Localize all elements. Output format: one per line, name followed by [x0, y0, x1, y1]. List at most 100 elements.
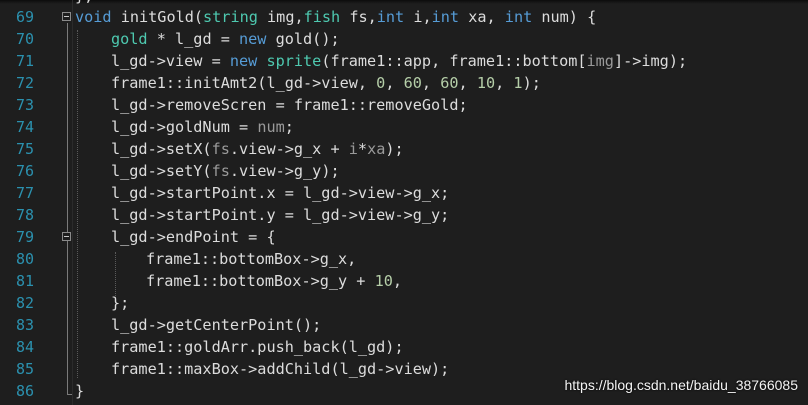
code-token-identifier: l_gd->setY( — [111, 162, 212, 180]
line-number: 77 — [15, 184, 34, 202]
line-number: 79 — [15, 228, 34, 246]
code-line[interactable]: 72 frame1::initAmt2(l_gd->view, 0, 60, 60… — [0, 72, 808, 94]
code-token-identifier: frame1::bottomBox->g_x, — [146, 250, 357, 268]
code-token-identifier: l_gd->setX( — [111, 140, 212, 158]
code-token-identifier: , — [385, 74, 404, 92]
code-token-keyword: void — [75, 8, 112, 26]
code-token-identifier: gold(); — [266, 30, 340, 48]
line-number: 86 — [15, 382, 34, 400]
code-token-keyword: new — [239, 30, 267, 48]
code-token-identifier: initGold( — [111, 8, 204, 26]
code-line[interactable]: 73 l_gd->removeScren = frame1::removeGold… — [0, 94, 808, 116]
code-line[interactable]: 80 frame1::bottomBox->g_x, — [0, 248, 808, 270]
code-token-parameter: i — [348, 140, 358, 158]
line-number: 73 — [15, 96, 34, 114]
code-line[interactable]: 82}; — [0, 292, 808, 314]
code-token-identifier: .view->g_y); — [229, 162, 340, 180]
code-token-identifier: l_gd->startPoint.y = l_gd->view->g_y; — [111, 206, 450, 224]
line-number: 70 — [15, 30, 34, 48]
code-text: l_gd->startPoint.y = l_gd->view->g_y; — [111, 204, 449, 226]
code-line[interactable]: 74 l_gd->goldNum = num; — [0, 116, 808, 138]
code-token-identifier: frame1::goldArr.push_back(l_gd); — [111, 338, 404, 356]
code-token-identifier: * — [357, 140, 368, 158]
collapse-toggle-icon[interactable] — [62, 12, 71, 21]
code-token-identifier: l_gd->startPoint.x = l_gd->view->g_x; — [111, 184, 450, 202]
code-text: frame1::goldArr.push_back(l_gd); — [111, 336, 404, 358]
code-text: l_gd->getCenterPoint(); — [111, 314, 321, 336]
code-token-identifier: frame1::bottomBox->g_y + — [146, 272, 375, 290]
code-token-keyword: int — [431, 8, 460, 26]
code-token-number: 60 — [403, 74, 422, 92]
code-token-parameter: num — [257, 118, 285, 136]
code-text: gold * l_gd = new gold(); — [111, 28, 340, 50]
line-number: 74 — [15, 118, 34, 136]
line-number: 75 — [15, 140, 34, 158]
code-token-identifier: l_gd->view = — [111, 52, 230, 70]
code-line[interactable]: 81 frame1::bottomBox->g_y + 10, — [0, 270, 808, 292]
code-line[interactable]: 83 l_gd->getCenterPoint(); — [0, 314, 808, 336]
code-token-keyword: int — [376, 8, 405, 26]
code-token-parameter: fs — [211, 162, 230, 180]
code-token-identifier: xa, — [459, 8, 505, 26]
code-token-identifier: , — [495, 74, 514, 92]
code-token-identifier: } — [75, 382, 85, 400]
code-line[interactable]: 78 l_gd->startPoint.y = l_gd->view->g_y; — [0, 204, 808, 226]
code-text: frame1::maxBox->addChild(l_gd->view); — [111, 358, 449, 380]
code-line[interactable]: 71 l_gd->view = new sprite(frame1::app, f… — [0, 50, 808, 72]
code-token-type: fish — [303, 8, 341, 26]
line-number: 71 — [15, 52, 34, 70]
code-token-identifier: l_gd->getCenterPoint(); — [111, 316, 322, 334]
code-text: l_gd->endPoint = { — [111, 226, 276, 248]
code-token-parameter: fs — [211, 140, 230, 158]
code-text: frame1::bottomBox->g_y + 10, — [146, 270, 402, 292]
line-number: 85 — [15, 360, 34, 378]
code-token-identifier: , — [458, 74, 477, 92]
code-text: l_gd->startPoint.x = l_gd->view->g_x; — [111, 182, 449, 204]
watermark: https://blog.csdn.net/baidu_38766085 — [564, 377, 798, 393]
collapse-toggle-icon[interactable] — [62, 232, 71, 241]
code-text: l_gd->removeScren = frame1::removeGold; — [111, 94, 468, 116]
code-token-identifier: ; — [284, 118, 294, 136]
code-token-number: 0 — [376, 74, 386, 92]
code-editor[interactable]: }; 69void initGold(string img,fish fs,in… — [0, 0, 808, 405]
code-token-keyword: new — [229, 52, 258, 70]
code-text: l_gd->setX(fs.view->g_x + i*xa); — [111, 138, 404, 160]
line-number: 83 — [15, 316, 34, 334]
code-token-identifier: ); — [522, 74, 541, 92]
code-text: l_gd->view = new sprite(frame1::app, fra… — [111, 50, 687, 72]
code-line[interactable]: 69 void initGold(string img,fish fs,int i… — [0, 6, 808, 28]
code-line[interactable]: 77 l_gd->startPoint.x = l_gd->view->g_x; — [0, 182, 808, 204]
code-token-identifier: }; — [111, 294, 130, 312]
line-number: 84 — [15, 338, 34, 356]
code-text: frame1::initAmt2(l_gd->view, 0, 60, 60, … — [111, 72, 541, 94]
code-token-identifier: (frame1::app, frame1::bottom[ — [321, 52, 587, 70]
code-text: l_gd->setY(fs.view->g_y); — [111, 160, 340, 182]
code-token-parameter: img — [586, 52, 614, 70]
code-line[interactable]: 75 l_gd->setX(fs.view->g_x + i*xa); — [0, 138, 808, 160]
code-line[interactable]: 76 l_gd->setY(fs.view->g_y); — [0, 160, 808, 182]
code-token-parameter: xa — [367, 140, 386, 158]
code-token-identifier: l_gd->endPoint = { — [111, 228, 276, 246]
code-token-identifier: * l_gd = — [147, 30, 240, 48]
code-token-identifier: img, — [257, 8, 304, 26]
line-number: 82 — [15, 294, 34, 312]
line-number: 81 — [15, 272, 34, 290]
code-token-number: 10 — [476, 74, 496, 92]
code-token-number: 10 — [374, 272, 393, 290]
code-line[interactable]: 70 gold * l_gd = new gold(); — [0, 28, 808, 50]
code-text: l_gd->goldNum = num; — [111, 116, 294, 138]
code-line[interactable]: 84 frame1::goldArr.push_back(l_gd); — [0, 336, 808, 358]
code-token-identifier: .view->g_x + — [229, 140, 349, 158]
code-token-number: 1 — [513, 74, 523, 92]
code-line[interactable]: 79 l_gd->endPoint = { — [0, 226, 808, 248]
code-token-identifier: , — [392, 272, 403, 290]
code-token-identifier: l_gd->removeScren = frame1::removeGold; — [111, 96, 468, 114]
code-token-type: string — [203, 8, 258, 26]
code-text: frame1::bottomBox->g_x, — [146, 248, 356, 270]
line-number: 69 — [15, 8, 34, 26]
code-token-identifier: l_gd->goldNum = — [111, 118, 258, 136]
code-token-identifier: , — [421, 74, 441, 92]
line-number: 72 — [15, 74, 34, 92]
code-token-identifier: i, — [404, 8, 432, 26]
code-text: } — [75, 380, 84, 402]
